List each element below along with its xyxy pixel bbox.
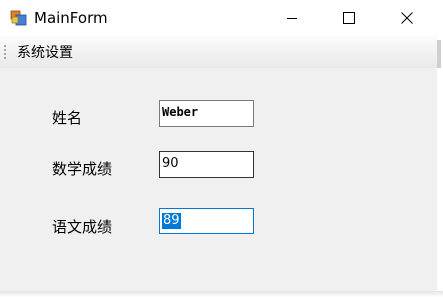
maximize-icon: [343, 12, 355, 24]
menu-item-system-settings[interactable]: 系统设置: [17, 44, 73, 62]
window-title: MainForm: [34, 9, 108, 27]
title-bar[interactable]: MainForm: [0, 0, 437, 36]
minimize-icon: [287, 18, 297, 19]
chinese-score-label: 语文成绩: [52, 218, 113, 236]
window-edge-bottom: [0, 291, 443, 297]
side-scroll-edge: [437, 40, 441, 68]
main-window: MainForm 系统设置 姓名 Weber 数学成绩 90 语文成绩 89: [0, 0, 437, 291]
name-label: 姓名: [52, 109, 83, 127]
name-input[interactable]: Weber: [159, 100, 254, 127]
form-app-icon: [10, 10, 27, 26]
close-button[interactable]: [384, 0, 430, 36]
menu-grip[interactable]: [4, 44, 6, 60]
maximize-button[interactable]: [326, 0, 372, 36]
chinese-score-input[interactable]: 89: [159, 208, 254, 234]
close-icon: [401, 12, 413, 24]
math-score-label: 数学成绩: [52, 160, 113, 178]
minimize-button[interactable]: [269, 0, 315, 36]
math-score-input[interactable]: 90: [159, 151, 254, 178]
selected-text: 89: [162, 213, 181, 229]
